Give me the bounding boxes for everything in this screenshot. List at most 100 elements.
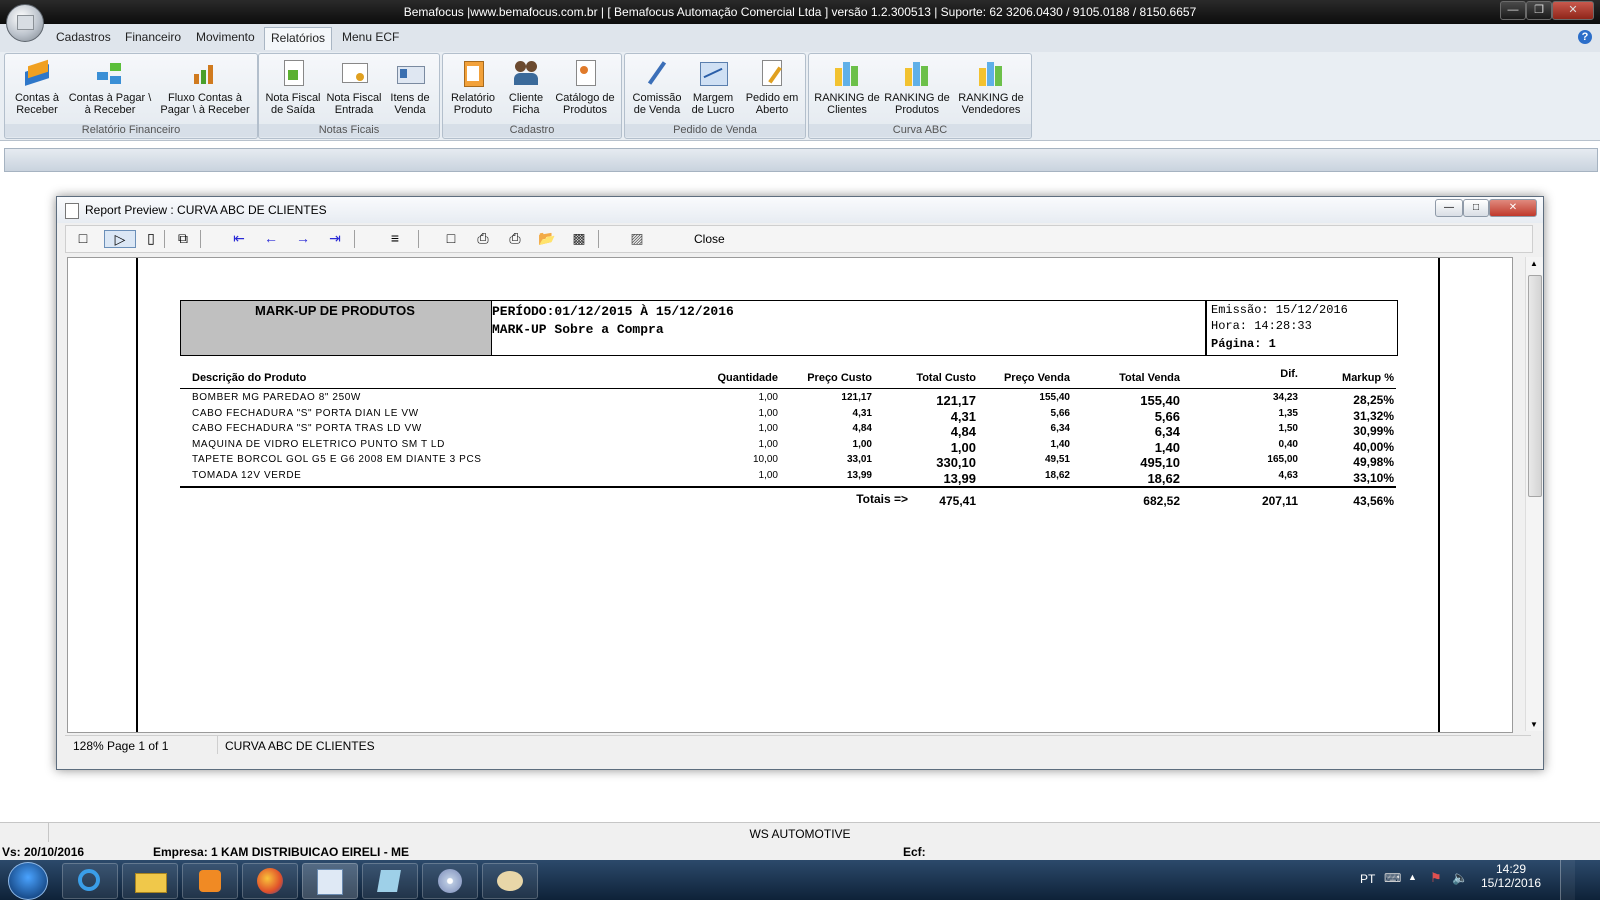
scroll-up-icon[interactable]: ▲ [1530, 259, 1538, 268]
btn-label-line2: de Lucro [691, 104, 735, 116]
btn-label-line1: Fluxo Contas à [168, 92, 242, 104]
report-title-box: MARK-UP DE PRODUTOS [180, 300, 492, 356]
close-button[interactable]: ✕ [1552, 1, 1594, 20]
cell-dif: 4,63 [1278, 470, 1298, 481]
pedido-aberto-button[interactable]: Pedido em Aberto [741, 58, 803, 116]
tab-cadastros[interactable]: Cadastros [50, 30, 117, 44]
keyboard-icon[interactable]: ⌨ [1384, 871, 1401, 885]
report-pagina: Página: 1 [1211, 337, 1276, 351]
notes-app-icon[interactable] [362, 863, 418, 899]
maximize-button[interactable]: □ [1463, 199, 1489, 217]
open-icon[interactable]: 📂 [538, 230, 556, 246]
btn-label-line2: à Receber [84, 104, 136, 116]
start-button[interactable] [8, 862, 48, 900]
printer-setup-icon[interactable]: ⎙ [474, 230, 492, 246]
minimize-button[interactable]: — [1500, 1, 1526, 20]
toolbar-separator [200, 230, 201, 248]
scroll-down-icon[interactable]: ▼ [1530, 720, 1538, 729]
paint-icon[interactable] [482, 863, 538, 899]
volume-icon[interactable]: 🔈 [1452, 870, 1468, 886]
btn-label-line1: RANKING de [884, 92, 950, 104]
close-button[interactable]: Close [694, 232, 725, 246]
cell-preco-venda: 6,34 [1050, 423, 1070, 435]
toolbar-separator [598, 230, 599, 248]
minimize-button[interactable]: — [1435, 199, 1463, 217]
ranking-clientes-button[interactable]: RANKING de Clientes [813, 58, 881, 116]
page-view-icon[interactable]: □ [74, 230, 92, 246]
firefox-icon[interactable] [242, 863, 298, 899]
catalogo-produtos-button[interactable]: Catálogo de Produtos [551, 58, 619, 116]
language-indicator[interactable]: PT [1360, 872, 1375, 886]
app-menu-orb[interactable] [6, 4, 44, 42]
tab-menu-ecf[interactable]: Menu ECF [336, 30, 405, 44]
disc-app-icon[interactable] [422, 863, 478, 899]
page-width-icon[interactable]: ▷ [104, 230, 136, 248]
cell-dif: 1,50 [1278, 423, 1298, 435]
tab-movimento[interactable]: Movimento [190, 30, 261, 44]
cell-total-custo: 4,84 [950, 424, 976, 440]
cliente-ficha-button[interactable]: Cliente Ficha [501, 58, 551, 116]
pen-icon [642, 58, 672, 88]
group-label: Cadastro [443, 124, 621, 137]
nota-fiscal-entrada-button[interactable]: Nota Fiscal Entrada [325, 58, 383, 116]
close-icon[interactable]: ✕ [1489, 199, 1537, 217]
relatorio-produto-button[interactable]: Relatório Produto [445, 58, 501, 116]
page-setup-icon[interactable]: □ [442, 230, 460, 246]
growth-chart-icon [190, 58, 220, 88]
media-player-icon[interactable] [182, 863, 238, 899]
comissao-venda-button[interactable]: Comissão de Venda [629, 58, 685, 116]
help-icon[interactable]: ? [1578, 30, 1592, 44]
app-status-bar: Vs: 20/10/2016 Empresa: 1 KAM DISTRIBUIC… [0, 842, 1600, 860]
network-icon[interactable]: ⚑ [1430, 870, 1442, 886]
document-edit-icon [757, 58, 787, 88]
file-explorer-icon[interactable] [122, 863, 178, 899]
btn-label-line1: Relatório [450, 92, 496, 104]
report-meta-box: Emissão: 15/12/2016 Hora: 14:28:33 Págin… [1206, 300, 1398, 356]
tab-relatorios[interactable]: Relatórios [264, 27, 333, 50]
multi-page-icon[interactable]: ⧉ [174, 230, 192, 246]
itens-venda-button[interactable]: Itens de Venda [383, 58, 437, 116]
toolbar-separator [354, 230, 355, 248]
clock-date: 15/12/2016 [1480, 876, 1542, 890]
margem-lucro-button[interactable]: Margem de Lucro [687, 58, 739, 116]
scrollbar-thumb[interactable] [1528, 275, 1542, 497]
last-page-icon[interactable]: ⇥ [326, 230, 344, 246]
version-label: Vs: 20/10/2016 [2, 845, 85, 859]
save-icon[interactable]: ▩ [570, 230, 588, 246]
report-period-box: PERÍODO:01/12/2015 À 15/12/2016 MARK-UP … [490, 300, 1206, 356]
show-hidden-icons-icon[interactable]: ▲ [1408, 872, 1417, 882]
internet-explorer-icon[interactable] [62, 863, 118, 899]
col-total-venda: Total Venda [1119, 372, 1180, 384]
next-page-icon[interactable]: → [294, 230, 312, 246]
report-preview-window: Report Preview : CURVA ABC DE CLIENTES —… [56, 196, 1544, 770]
contas-receber-button[interactable]: Contas à Receber [7, 58, 67, 116]
report-title: MARK-UP DE PRODUTOS [255, 303, 415, 318]
empresa-label: Empresa: 1 KAM DISTRIBUICAO EIRELI - ME [153, 845, 410, 859]
ranking-produtos-button[interactable]: RANKING de Produtos [883, 58, 951, 116]
prev-page-icon[interactable]: ← [262, 230, 280, 246]
contas-pagar-receber-button[interactable]: Contas à Pagar \ à Receber [67, 58, 153, 116]
first-page-icon[interactable]: ⇤ [230, 230, 248, 246]
ecf-label: Ecf: [903, 845, 926, 859]
ranking-vendedores-button[interactable]: RANKING de Vendedores [955, 58, 1027, 116]
group-pedido-venda: Comissão de Venda Margem de Lucro Pedido… [624, 53, 806, 139]
total-dif: 207,11 [1261, 494, 1298, 508]
show-desktop-button[interactable] [1560, 860, 1575, 900]
nota-fiscal-saida-button[interactable]: Nota Fiscal de Saída [261, 58, 325, 116]
btn-label-line1: Catálogo de [555, 92, 615, 104]
tab-financeiro[interactable]: Financeiro [119, 30, 187, 44]
restore-button[interactable]: ❐ [1526, 1, 1552, 20]
bemafocus-app-icon[interactable] [302, 863, 358, 899]
export-icon[interactable]: ▨ [628, 230, 646, 246]
goto-page-icon[interactable]: ≡ [386, 230, 404, 246]
col-preco-custo: Preço Custo [807, 372, 872, 384]
cell-preco-custo: 1,00 [852, 438, 872, 450]
clock[interactable]: 14:29 15/12/2016 [1476, 862, 1546, 890]
full-page-icon[interactable]: ▯ [142, 230, 160, 246]
fluxo-contas-button[interactable]: Fluxo Contas à Pagar \ à Receber [157, 58, 253, 116]
report-canvas: MARK-UP DE PRODUTOS PERÍODO:01/12/2015 À… [67, 257, 1513, 733]
btn-label-line1: RANKING de [814, 92, 880, 104]
vertical-scrollbar[interactable]: ▲ ▼ [1525, 257, 1543, 731]
certificate-icon [339, 58, 369, 88]
print-icon[interactable]: ⎙ [506, 230, 524, 246]
